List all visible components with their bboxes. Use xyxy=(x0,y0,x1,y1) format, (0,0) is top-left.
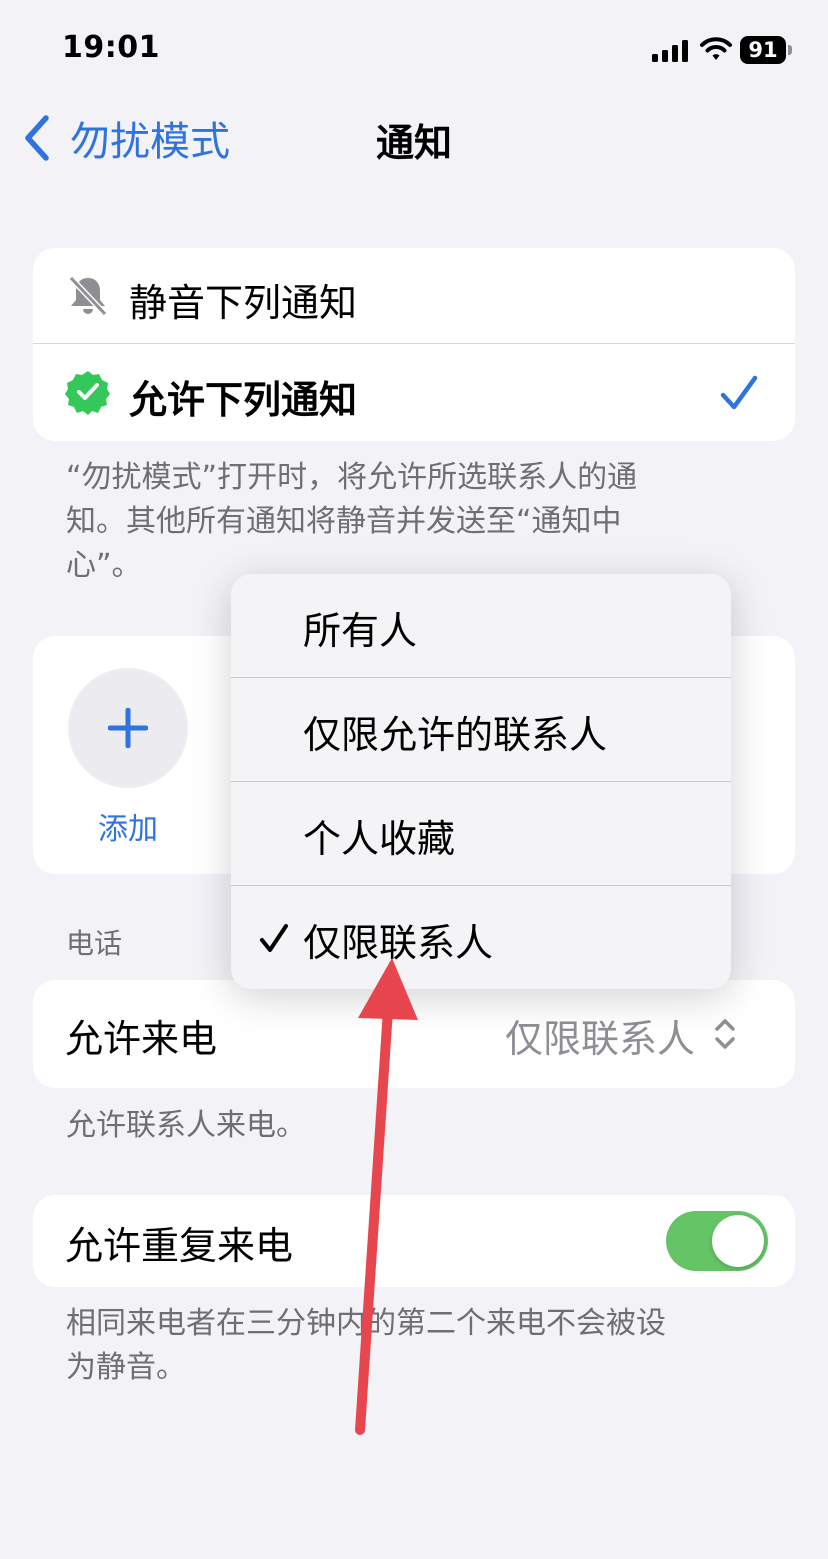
add-contact-button[interactable] xyxy=(68,668,188,788)
repeat-calls-toggle[interactable] xyxy=(666,1211,768,1271)
wifi-icon xyxy=(700,37,732,60)
menu-item-label: 个人收藏 xyxy=(303,817,456,861)
add-contact-label: 添加 xyxy=(98,812,158,847)
green-badge-check-icon xyxy=(65,371,110,415)
allow-calls-popup-menu: 所有人 仅限允许的联系人 个人收藏 仅限联系人 xyxy=(231,574,731,989)
option-allow-notifications[interactable]: 允许下列通知 xyxy=(33,345,795,441)
bell-slash-icon xyxy=(68,275,108,317)
battery-level: 91 xyxy=(740,36,786,64)
page-title: 通知 xyxy=(375,121,452,165)
menu-item-favorites[interactable]: 个人收藏 xyxy=(231,782,731,885)
option-silence-label: 静音下列通知 xyxy=(129,281,358,325)
checkmark-icon xyxy=(720,375,758,410)
notification-mode-group: 静音下列通知 允许下列通知 xyxy=(33,248,795,441)
battery-icon: 91 xyxy=(740,36,794,64)
allow-calls-value[interactable]: 仅限联系人 xyxy=(505,1008,695,1063)
allow-calls-note: 允许联系人来电。 xyxy=(66,1108,306,1143)
phone-section-header: 电话 xyxy=(66,927,123,960)
chevron-up-down-icon xyxy=(715,1019,735,1049)
menu-item-everyone[interactable]: 所有人 xyxy=(231,574,731,677)
menu-item-label: 仅限允许的联系人 xyxy=(303,713,608,757)
cellular-signal-icon xyxy=(652,40,688,62)
checkmark-icon xyxy=(260,924,288,952)
allow-calls-row[interactable]: 允许来电 仅限联系人 xyxy=(33,980,795,1088)
menu-item-contacts-only[interactable]: 仅限联系人 xyxy=(231,886,731,989)
option-allow-label: 允许下列通知 xyxy=(129,378,358,422)
option-silence-notifications[interactable]: 静音下列通知 xyxy=(33,248,795,344)
menu-item-label: 仅限联系人 xyxy=(303,921,494,965)
repeat-calls-label: 允许重复来电 xyxy=(65,1224,294,1268)
status-time: 19:01 xyxy=(62,30,160,65)
plus-icon xyxy=(108,708,148,748)
repeat-calls-row: 允许重复来电 xyxy=(33,1195,795,1287)
repeat-calls-note: 相同来电者在三分钟内的第二个来电不会被设 为静音。 xyxy=(66,1306,666,1385)
allow-calls-label: 允许来电 xyxy=(65,1017,218,1061)
menu-item-allowed-contacts[interactable]: 仅限允许的联系人 xyxy=(231,678,731,781)
mode-note: “勿扰模式”打开时，将允许所选联系人的通 知。其他所有通知将静音并发送至“通知中… xyxy=(66,460,638,583)
menu-item-label: 所有人 xyxy=(303,609,418,653)
